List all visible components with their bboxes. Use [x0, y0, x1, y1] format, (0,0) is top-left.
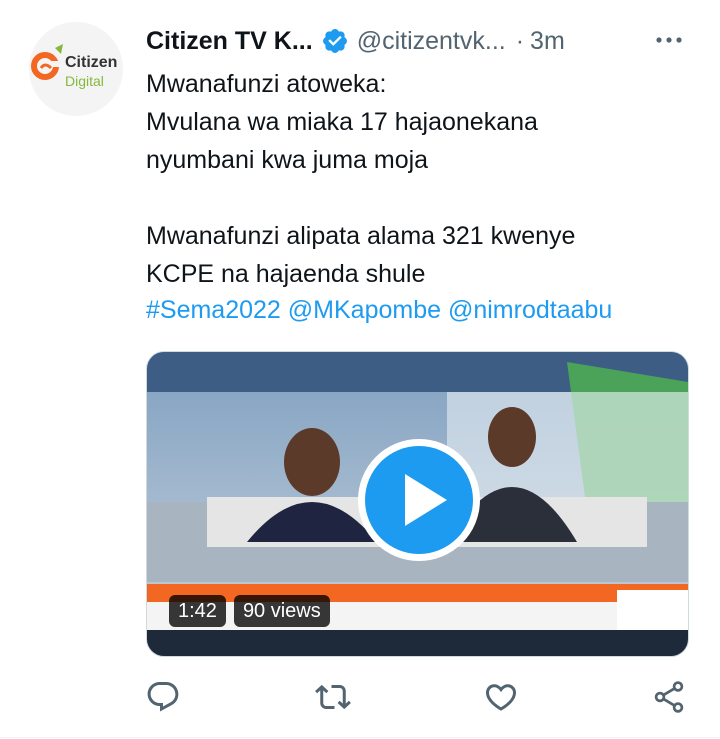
tweet-actions — [0, 679, 720, 719]
mention-link-1[interactable]: @MKapombe — [288, 296, 441, 324]
hashtag-link[interactable]: #Sema2022 — [146, 296, 281, 324]
separator-dot: · — [515, 26, 525, 55]
more-icon[interactable] — [651, 22, 687, 58]
tweet-divider — [0, 737, 720, 738]
avatar-text-line2: Digital — [65, 73, 104, 89]
avatar-text-line1: Citizen — [65, 54, 118, 71]
share-icon[interactable] — [651, 679, 687, 715]
verified-badge-icon — [322, 29, 347, 53]
like-icon[interactable] — [483, 679, 519, 715]
author-handle[interactable]: @citizentvk... — [357, 27, 506, 56]
video-player[interactable]: 1:42 90 views — [146, 351, 689, 657]
retweet-icon[interactable] — [315, 679, 351, 715]
tweet-header: Citizen TV K... @citizentvk... · 3m — [146, 22, 565, 60]
tweet-time[interactable]: 3m — [530, 27, 565, 56]
citizen-logo-icon — [31, 44, 63, 80]
tweet-links: #Sema2022 @MKapombe @nimrodtaabu — [146, 291, 612, 329]
tweet[interactable]: Citizen Digital Citizen TV K... @citizen… — [0, 0, 720, 739]
avatar-logo-text: Citizen Digital — [65, 54, 117, 90]
mention-link-2[interactable]: @nimrodtaabu — [448, 296, 612, 324]
video-duration: 1:42 — [169, 595, 226, 627]
play-icon[interactable] — [355, 436, 483, 564]
avatar[interactable]: Citizen Digital — [29, 22, 123, 116]
video-stats: 1:42 90 views — [169, 595, 330, 627]
reply-icon[interactable] — [145, 679, 181, 715]
video-views: 90 views — [233, 595, 330, 627]
tweet-text: Mwanafunzi atoweka: Mvulana wa miaka 17 … — [146, 70, 576, 288]
author-name[interactable]: Citizen TV K... — [146, 27, 313, 56]
